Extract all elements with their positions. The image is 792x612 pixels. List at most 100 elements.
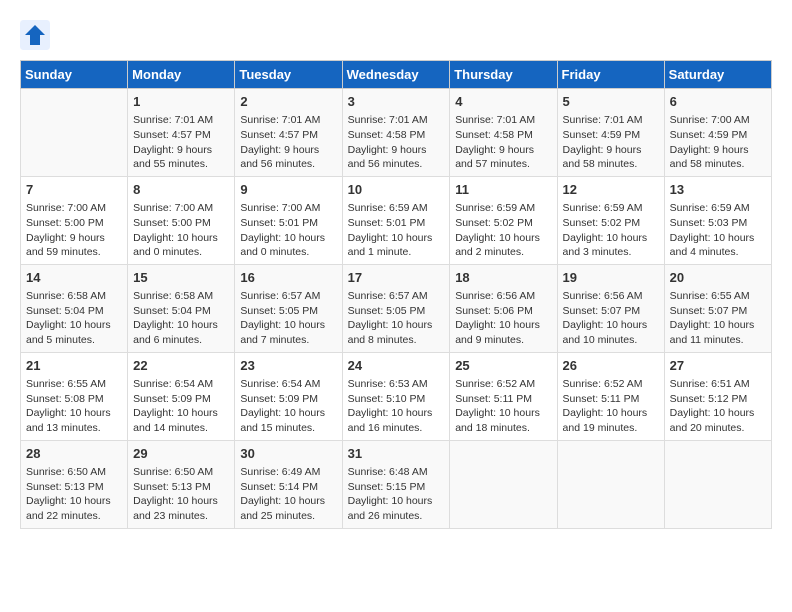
- day-info: Sunrise: 6:51 AM Sunset: 5:12 PM Dayligh…: [670, 377, 766, 436]
- calendar-cell: [450, 440, 557, 528]
- weekday-header-monday: Monday: [128, 61, 235, 89]
- day-info: Sunrise: 6:55 AM Sunset: 5:07 PM Dayligh…: [670, 289, 766, 348]
- day-number: 28: [26, 445, 122, 463]
- calendar-cell: 9 Sunrise: 7:00 AM Sunset: 5:01 PM Daylig…: [235, 176, 342, 264]
- weekday-header-row: SundayMondayTuesdayWednesdayThursdayFrid…: [21, 61, 772, 89]
- day-number: 8: [133, 181, 229, 199]
- day-number: 3: [348, 93, 445, 111]
- week-row-3: 14 Sunrise: 6:58 AM Sunset: 5:04 PM Dayli…: [21, 264, 772, 352]
- header: [20, 20, 772, 50]
- day-number: 9: [240, 181, 336, 199]
- day-number: 2: [240, 93, 336, 111]
- week-row-5: 28 Sunrise: 6:50 AM Sunset: 5:13 PM Dayli…: [21, 440, 772, 528]
- week-row-2: 7 Sunrise: 7:00 AM Sunset: 5:00 PM Daylig…: [21, 176, 772, 264]
- calendar-cell: 10 Sunrise: 6:59 AM Sunset: 5:01 PM Dayli…: [342, 176, 450, 264]
- day-info: Sunrise: 6:49 AM Sunset: 5:14 PM Dayligh…: [240, 465, 336, 524]
- calendar-cell: 28 Sunrise: 6:50 AM Sunset: 5:13 PM Dayli…: [21, 440, 128, 528]
- calendar-table: SundayMondayTuesdayWednesdayThursdayFrid…: [20, 60, 772, 529]
- calendar-cell: 23 Sunrise: 6:54 AM Sunset: 5:09 PM Dayli…: [235, 352, 342, 440]
- weekday-header-wednesday: Wednesday: [342, 61, 450, 89]
- calendar-cell: 8 Sunrise: 7:00 AM Sunset: 5:00 PM Daylig…: [128, 176, 235, 264]
- calendar-cell: [664, 440, 771, 528]
- day-number: 7: [26, 181, 122, 199]
- calendar-cell: 16 Sunrise: 6:57 AM Sunset: 5:05 PM Dayli…: [235, 264, 342, 352]
- weekday-header-saturday: Saturday: [664, 61, 771, 89]
- calendar-cell: 4 Sunrise: 7:01 AM Sunset: 4:58 PM Daylig…: [450, 89, 557, 177]
- calendar-cell: 27 Sunrise: 6:51 AM Sunset: 5:12 PM Dayli…: [664, 352, 771, 440]
- calendar-cell: 18 Sunrise: 6:56 AM Sunset: 5:06 PM Dayli…: [450, 264, 557, 352]
- day-info: Sunrise: 6:52 AM Sunset: 5:11 PM Dayligh…: [455, 377, 551, 436]
- calendar-cell: 2 Sunrise: 7:01 AM Sunset: 4:57 PM Daylig…: [235, 89, 342, 177]
- logo: [20, 20, 54, 50]
- day-number: 12: [563, 181, 659, 199]
- logo-icon: [20, 20, 50, 50]
- weekday-header-friday: Friday: [557, 61, 664, 89]
- day-number: 15: [133, 269, 229, 287]
- day-number: 24: [348, 357, 445, 375]
- calendar-cell: 21 Sunrise: 6:55 AM Sunset: 5:08 PM Dayli…: [21, 352, 128, 440]
- day-info: Sunrise: 7:00 AM Sunset: 4:59 PM Dayligh…: [670, 113, 766, 172]
- weekday-header-sunday: Sunday: [21, 61, 128, 89]
- day-number: 10: [348, 181, 445, 199]
- day-info: Sunrise: 7:00 AM Sunset: 5:01 PM Dayligh…: [240, 201, 336, 260]
- day-info: Sunrise: 6:56 AM Sunset: 5:06 PM Dayligh…: [455, 289, 551, 348]
- day-number: 16: [240, 269, 336, 287]
- day-info: Sunrise: 6:53 AM Sunset: 5:10 PM Dayligh…: [348, 377, 445, 436]
- day-info: Sunrise: 7:01 AM Sunset: 4:59 PM Dayligh…: [563, 113, 659, 172]
- day-info: Sunrise: 7:01 AM Sunset: 4:58 PM Dayligh…: [455, 113, 551, 172]
- calendar-cell: 30 Sunrise: 6:49 AM Sunset: 5:14 PM Dayli…: [235, 440, 342, 528]
- day-info: Sunrise: 6:52 AM Sunset: 5:11 PM Dayligh…: [563, 377, 659, 436]
- day-info: Sunrise: 6:54 AM Sunset: 5:09 PM Dayligh…: [240, 377, 336, 436]
- calendar-cell: 22Sunrise: 6:54 AM Sunset: 5:09 PM Dayli…: [128, 352, 235, 440]
- day-number: 18: [455, 269, 551, 287]
- day-info: Sunrise: 7:00 AM Sunset: 5:00 PM Dayligh…: [26, 201, 122, 260]
- week-row-1: 1 Sunrise: 7:01 AM Sunset: 4:57 PM Daylig…: [21, 89, 772, 177]
- day-number: 20: [670, 269, 766, 287]
- day-info: Sunrise: 6:50 AM Sunset: 5:13 PM Dayligh…: [133, 465, 229, 524]
- day-number: 30: [240, 445, 336, 463]
- day-number: 25: [455, 357, 551, 375]
- weekday-header-tuesday: Tuesday: [235, 61, 342, 89]
- day-info: Sunrise: 6:59 AM Sunset: 5:01 PM Dayligh…: [348, 201, 445, 260]
- calendar-cell: 5 Sunrise: 7:01 AM Sunset: 4:59 PM Daylig…: [557, 89, 664, 177]
- calendar-cell: 15Sunrise: 6:58 AM Sunset: 5:04 PM Dayli…: [128, 264, 235, 352]
- calendar-cell: 17Sunrise: 6:57 AM Sunset: 5:05 PM Dayli…: [342, 264, 450, 352]
- calendar-cell: 19 Sunrise: 6:56 AM Sunset: 5:07 PM Dayli…: [557, 264, 664, 352]
- day-number: 13: [670, 181, 766, 199]
- day-number: 4: [455, 93, 551, 111]
- day-info: Sunrise: 6:50 AM Sunset: 5:13 PM Dayligh…: [26, 465, 122, 524]
- calendar-cell: 24 Sunrise: 6:53 AM Sunset: 5:10 PM Dayli…: [342, 352, 450, 440]
- calendar-cell: 29Sunrise: 6:50 AM Sunset: 5:13 PM Dayli…: [128, 440, 235, 528]
- day-info: Sunrise: 6:59 AM Sunset: 5:02 PM Dayligh…: [455, 201, 551, 260]
- day-number: 11: [455, 181, 551, 199]
- day-info: Sunrise: 6:57 AM Sunset: 5:05 PM Dayligh…: [348, 289, 445, 348]
- calendar-cell: 25 Sunrise: 6:52 AM Sunset: 5:11 PM Dayli…: [450, 352, 557, 440]
- day-number: 26: [563, 357, 659, 375]
- day-number: 5: [563, 93, 659, 111]
- day-info: Sunrise: 6:57 AM Sunset: 5:05 PM Dayligh…: [240, 289, 336, 348]
- calendar-cell: [21, 89, 128, 177]
- calendar-cell: 7 Sunrise: 7:00 AM Sunset: 5:00 PM Daylig…: [21, 176, 128, 264]
- calendar-cell: 20 Sunrise: 6:55 AM Sunset: 5:07 PM Dayli…: [664, 264, 771, 352]
- day-info: Sunrise: 7:00 AM Sunset: 5:00 PM Dayligh…: [133, 201, 229, 260]
- calendar-cell: 1Sunrise: 7:01 AM Sunset: 4:57 PM Daylig…: [128, 89, 235, 177]
- day-info: Sunrise: 6:58 AM Sunset: 5:04 PM Dayligh…: [26, 289, 122, 348]
- day-info: Sunrise: 7:01 AM Sunset: 4:57 PM Dayligh…: [240, 113, 336, 172]
- day-number: 21: [26, 357, 122, 375]
- day-info: Sunrise: 6:55 AM Sunset: 5:08 PM Dayligh…: [26, 377, 122, 436]
- day-number: 22: [133, 357, 229, 375]
- day-number: 27: [670, 357, 766, 375]
- day-number: 23: [240, 357, 336, 375]
- calendar-cell: 3 Sunrise: 7:01 AM Sunset: 4:58 PM Daylig…: [342, 89, 450, 177]
- day-number: 14: [26, 269, 122, 287]
- day-info: Sunrise: 6:48 AM Sunset: 5:15 PM Dayligh…: [348, 465, 445, 524]
- calendar-cell: 12Sunrise: 6:59 AM Sunset: 5:02 PM Dayli…: [557, 176, 664, 264]
- day-info: Sunrise: 7:01 AM Sunset: 4:58 PM Dayligh…: [348, 113, 445, 172]
- day-info: Sunrise: 6:59 AM Sunset: 5:03 PM Dayligh…: [670, 201, 766, 260]
- day-info: Sunrise: 6:56 AM Sunset: 5:07 PM Dayligh…: [563, 289, 659, 348]
- day-number: 6: [670, 93, 766, 111]
- day-number: 1: [133, 93, 229, 111]
- day-number: 19: [563, 269, 659, 287]
- calendar-cell: 11 Sunrise: 6:59 AM Sunset: 5:02 PM Dayli…: [450, 176, 557, 264]
- calendar-cell: 31Sunrise: 6:48 AM Sunset: 5:15 PM Dayli…: [342, 440, 450, 528]
